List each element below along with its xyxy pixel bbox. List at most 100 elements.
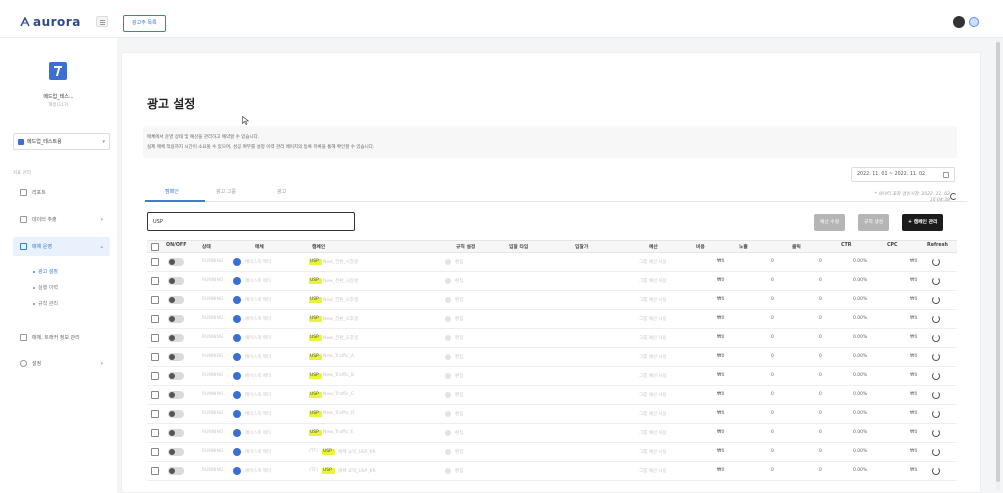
campaign-name[interactable]: New_Traffic_A xyxy=(323,354,354,359)
advertiser-list-button[interactable]: 광고주 목록 xyxy=(123,15,166,32)
campaign-name[interactable]: New_Traffic_D xyxy=(323,411,354,416)
row-checkbox[interactable] xyxy=(151,448,159,456)
table-row: RUNNING 페이스북 메타 USP New_전환_오후생 편집 그룹 예산 사용 ₩0 0… xyxy=(147,329,957,348)
refresh-icon[interactable] xyxy=(932,258,940,266)
refresh-icon[interactable] xyxy=(932,429,940,437)
campaign-name[interactable]: New_전환_오후생 xyxy=(323,335,358,341)
on-off-toggle[interactable] xyxy=(168,353,184,361)
refresh-icon[interactable] xyxy=(932,448,940,456)
sidebar-subitem-ad-settings[interactable]: 광고 설정 xyxy=(33,268,58,275)
campaign-name[interactable]: New_Traffic_B xyxy=(323,373,354,378)
rule-setting[interactable]: 편집 xyxy=(455,449,463,455)
menu-toggle-button[interactable] xyxy=(96,16,108,27)
row-checkbox[interactable] xyxy=(151,391,159,399)
refresh-icon[interactable] xyxy=(932,391,940,399)
campaign-name[interactable]: New_전환_오후생 xyxy=(323,297,358,303)
refresh-icon[interactable] xyxy=(932,315,940,323)
sidebar-subitem-label: 광고 설정 xyxy=(38,269,58,275)
media-text: 페이스북 메타 xyxy=(245,412,272,417)
rule-setting[interactable]: 편집 xyxy=(455,316,463,322)
campaign-prefix: (TF) xyxy=(309,449,318,454)
table-row: RUNNING 페이스북 메타 USP New_전환_시장생 편집 그룹 예산 사용 ₩0 0… xyxy=(147,253,957,272)
gear-icon xyxy=(20,360,27,367)
campaign-name[interactable]: New_Traffic_C xyxy=(323,392,354,397)
row-checkbox[interactable] xyxy=(151,353,159,361)
date-range-picker[interactable]: 2022. 11. 01 ~ 2022. 11. 02 xyxy=(851,167,955,182)
rule-setting[interactable]: 편집 xyxy=(455,335,463,341)
account-select-label: 메드업_테스트용 xyxy=(27,139,62,145)
rule-setting[interactable]: 편집 xyxy=(455,297,463,303)
account-select[interactable]: 메드업_테스트용 ▾ xyxy=(13,133,110,150)
row-checkbox[interactable] xyxy=(151,372,159,380)
sidebar-item-settings[interactable]: 설정 ▾ xyxy=(13,354,110,373)
rule-setting[interactable]: 편집 xyxy=(455,411,463,417)
tab-campaign[interactable]: 캠페인 xyxy=(165,188,179,195)
on-off-toggle[interactable] xyxy=(168,448,184,456)
budget-edit-button[interactable]: 예산 수정 xyxy=(814,214,846,231)
rule-setting[interactable]: 편집 xyxy=(455,392,463,398)
campaign-name[interactable]: New_Traffic_E xyxy=(323,430,354,435)
row-checkbox[interactable] xyxy=(151,467,159,475)
rule-setting[interactable]: 편집 xyxy=(455,373,463,379)
refresh-icon[interactable] xyxy=(932,277,940,285)
brand-logo[interactable]: aurora xyxy=(20,15,81,29)
row-checkbox[interactable] xyxy=(151,315,159,323)
campaign-name[interactable]: _매체 요약_USP_KR xyxy=(336,449,376,455)
row-checkbox[interactable] xyxy=(151,410,159,418)
rule-setting[interactable]: 편집 xyxy=(455,468,463,474)
campaign-name[interactable]: New_전환_시장생 xyxy=(323,278,358,284)
language-globe-icon[interactable] xyxy=(969,17,979,27)
on-off-toggle[interactable] xyxy=(168,372,184,380)
refresh-icon[interactable] xyxy=(932,410,940,418)
clicks-value: 0 xyxy=(819,297,822,302)
campaign-name[interactable]: _매체 요약_USP_KR xyxy=(336,468,376,474)
select-all-checkbox[interactable] xyxy=(151,243,159,251)
media-text: 페이스북 메타 xyxy=(245,374,272,379)
on-off-toggle[interactable] xyxy=(168,410,184,418)
refresh-icon[interactable] xyxy=(932,334,940,342)
on-off-toggle[interactable] xyxy=(168,277,184,285)
sidebar-subitem-rules[interactable]: 규칙 관리 xyxy=(33,300,58,307)
campaign-manage-button[interactable]: + 캠페인 관리 xyxy=(902,214,944,231)
sidebar-item-media-ops[interactable]: 매체 운영 ▴ xyxy=(13,237,110,256)
row-checkbox[interactable] xyxy=(151,296,159,304)
budget-text: 그룹 예산 사용 xyxy=(639,279,667,284)
on-off-toggle[interactable] xyxy=(168,296,184,304)
on-off-toggle[interactable] xyxy=(168,258,184,266)
sidebar-item-label: 리포트 xyxy=(32,190,46,196)
sidebar-item-data-export[interactable]: 데이터 추출 ▾ xyxy=(13,210,110,229)
refresh-icon[interactable] xyxy=(932,296,940,304)
user-avatar[interactable] xyxy=(953,16,965,28)
refresh-icon[interactable] xyxy=(932,353,940,361)
rule-create-button[interactable]: 규칙 생성 xyxy=(858,214,890,231)
campaign-name[interactable]: New_전환_오후생 xyxy=(323,316,358,322)
scrollbar-thumb[interactable] xyxy=(996,42,1000,482)
row-checkbox[interactable] xyxy=(151,429,159,437)
row-checkbox[interactable] xyxy=(151,277,159,285)
on-off-toggle[interactable] xyxy=(168,391,184,399)
column-header: 비용 xyxy=(696,245,705,250)
tab-ad[interactable]: 광고 xyxy=(277,188,286,195)
on-off-toggle[interactable] xyxy=(168,334,184,342)
tab-ad-group[interactable]: 광고 그룹 xyxy=(216,188,236,195)
sidebar-item-report[interactable]: 리포트 xyxy=(13,183,110,202)
rule-setting[interactable]: 편집 xyxy=(455,278,463,284)
rule-setting[interactable]: 편집 xyxy=(455,430,463,436)
rule-setting[interactable]: 편집 xyxy=(455,354,463,360)
bullet-icon xyxy=(33,302,35,305)
sidebar-item-label: 매체, 트래커 정보 관리 xyxy=(32,335,80,341)
on-off-toggle[interactable] xyxy=(168,429,184,437)
ctr-value: 0.00% xyxy=(853,297,868,302)
refresh-icon[interactable] xyxy=(932,372,940,380)
sidebar-item-media-tracker[interactable]: 매체, 트래커 정보 관리 xyxy=(13,328,110,347)
refresh-icon[interactable] xyxy=(950,193,957,200)
rule-setting[interactable]: 편집 xyxy=(455,259,463,265)
search-input[interactable] xyxy=(147,212,355,231)
campaign-name[interactable]: New_전환_시장생 xyxy=(323,259,358,265)
row-checkbox[interactable] xyxy=(151,334,159,342)
on-off-toggle[interactable] xyxy=(168,467,184,475)
on-off-toggle[interactable] xyxy=(168,315,184,323)
sidebar-subitem-history[interactable]: 실행 이력 xyxy=(33,284,58,291)
refresh-icon[interactable] xyxy=(932,467,940,475)
row-checkbox[interactable] xyxy=(151,258,159,266)
